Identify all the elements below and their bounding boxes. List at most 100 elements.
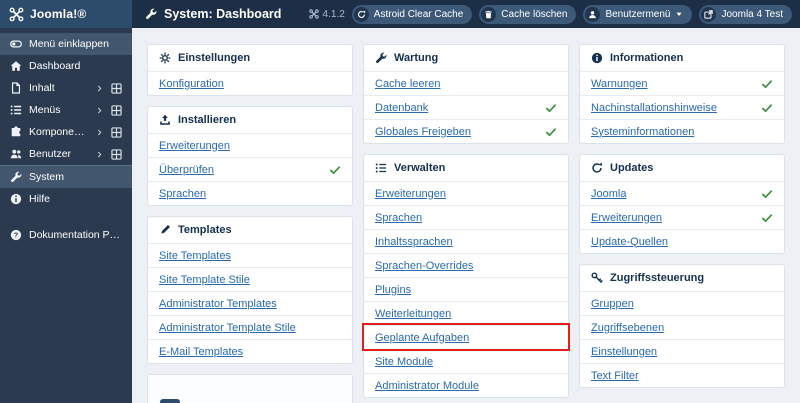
- topbar-buttons: Astroid Clear Cache Cache löschen Benutzer…: [351, 4, 792, 24]
- card-row-site-module: Site Module: [364, 349, 568, 373]
- add-module-button[interactable]: [160, 399, 180, 403]
- topbar-button-astroid-clear-cache[interactable]: Astroid Clear Cache: [351, 4, 473, 24]
- sidebar-item-label: Dashboard: [29, 60, 81, 72]
- grid-icon[interactable]: [111, 104, 122, 116]
- link-erweiterungen[interactable]: Erweiterungen: [375, 188, 446, 200]
- chevron-right-icon[interactable]: [96, 106, 103, 115]
- card-updates: Updates Joomla Erweiterungen Update-Quellen: [579, 154, 785, 254]
- card-title: Einstellungen: [178, 52, 251, 64]
- topbar-button-joomla-4-test[interactable]: Joomla 4 Test: [699, 4, 792, 24]
- link-geplante-aufgaben[interactable]: Geplante Aufgaben: [375, 332, 469, 344]
- card-header: Informationen: [580, 45, 784, 71]
- link-sprachen-overrides[interactable]: Sprachen-Overrides: [375, 260, 473, 272]
- link-administrator-template-stile[interactable]: Administrator Template Stile: [159, 322, 296, 334]
- link-einstellungen[interactable]: Einstellungen: [591, 346, 657, 358]
- sidebar-item-inhalt[interactable]: Inhalt: [0, 77, 132, 99]
- topbar-button-label: Benutzermenü: [605, 8, 671, 20]
- chevron-right-icon[interactable]: [96, 128, 103, 137]
- refresh-icon: [591, 162, 603, 174]
- sidebar-item-dashboard[interactable]: Dashboard: [0, 55, 132, 77]
- link-erweiterungen[interactable]: Erweiterungen: [591, 212, 662, 224]
- link-konfiguration[interactable]: Konfiguration: [159, 78, 224, 90]
- card-row-einstellungen: Einstellungen: [580, 339, 784, 363]
- sidebar-item-hilfe[interactable]: Hilfe: [0, 188, 132, 210]
- card-title: Verwalten: [394, 162, 446, 174]
- wrench-icon: [145, 8, 157, 20]
- link-site-template-stile[interactable]: Site Template Stile: [159, 274, 250, 286]
- dashboard-column-1: Einstellungen Konfiguration Installieren Er…: [147, 44, 353, 403]
- link-site-module[interactable]: Site Module: [375, 356, 433, 368]
- link-zugriffsebenen[interactable]: Zugriffsebenen: [591, 322, 664, 334]
- link-sprachen[interactable]: Sprachen: [159, 188, 206, 200]
- sidebar-item-controls: [96, 148, 122, 160]
- sidebar-item-controls: [96, 126, 122, 138]
- topbar-actions: 4.1.2 Astroid Clear Cache Cache löschen Be…: [308, 0, 800, 28]
- card-informationen: Informationen Warnungen Nachinstallationsh…: [579, 44, 785, 144]
- link-sprachen[interactable]: Sprachen: [375, 212, 422, 224]
- sidebar-item-system[interactable]: System: [0, 165, 132, 188]
- topbar-button-benutzermen[interactable]: Benutzermenü: [583, 4, 693, 24]
- info-circle-icon: [10, 193, 22, 205]
- card-title: Informationen: [610, 52, 684, 64]
- link-cache-leeren[interactable]: Cache leeren: [375, 78, 440, 90]
- sidebar-item-controls: [96, 104, 122, 116]
- sidebar-item-komponenten[interactable]: Komponenten: [0, 121, 132, 143]
- file-icon: [10, 82, 22, 94]
- menu-list-icon: [10, 104, 22, 116]
- card-templates: Templates Site Templates Site Template Sti…: [147, 216, 353, 364]
- grid-icon[interactable]: [111, 148, 122, 160]
- list-ordered-icon: [375, 162, 387, 174]
- link-weiterleitungen[interactable]: Weiterleitungen: [375, 308, 451, 320]
- link-inhaltssprachen[interactable]: Inhaltssprachen: [375, 236, 453, 248]
- link-plugins[interactable]: Plugins: [375, 284, 411, 296]
- link-joomla[interactable]: Joomla: [591, 188, 626, 200]
- link-systeminformationen[interactable]: Systeminformationen: [591, 126, 694, 138]
- sidebar-item-benutzer[interactable]: Benutzer: [0, 143, 132, 165]
- card-header: Updates: [580, 155, 784, 181]
- card-row-geplante-aufgaben: Geplante Aufgaben: [362, 323, 570, 351]
- link-berpr-fen[interactable]: Überprüfen: [159, 164, 214, 176]
- grid-icon[interactable]: [111, 126, 122, 138]
- link-e-mail-templates[interactable]: E-Mail Templates: [159, 346, 243, 358]
- grid-icon[interactable]: [111, 82, 122, 94]
- card-einstellungen: Einstellungen Konfiguration: [147, 44, 353, 96]
- topbar-button-cache-l-schen[interactable]: Cache löschen: [479, 4, 577, 24]
- joomla-brand[interactable]: Joomla!®: [0, 0, 132, 28]
- card-row-sprachen: Sprachen: [364, 205, 568, 229]
- link-text-filter[interactable]: Text Filter: [591, 370, 639, 382]
- topbar-button-label: Joomla 4 Test: [721, 8, 783, 20]
- card-row-cache-leeren: Cache leeren: [364, 71, 568, 95]
- check-icon: [545, 102, 557, 114]
- link-warnungen[interactable]: Warnungen: [591, 78, 647, 90]
- chevron-right-icon[interactable]: [96, 84, 103, 93]
- link-globales-freigeben[interactable]: Globales Freigeben: [375, 126, 471, 138]
- link-site-templates[interactable]: Site Templates: [159, 250, 231, 262]
- card-title: Templates: [178, 224, 232, 236]
- link-datenbank[interactable]: Datenbank: [375, 102, 428, 114]
- sidebar-item-men-einklappen[interactable]: Menü einklappen: [0, 33, 132, 55]
- card-row-site-template-stile: Site Template Stile: [148, 267, 352, 291]
- card-row-datenbank: Datenbank: [364, 95, 568, 119]
- sidebar-item-dokumentation-pdf[interactable]: ? Dokumentation PDF: [0, 224, 132, 246]
- card-row-administrator-module: Administrator Module: [364, 373, 568, 397]
- users-icon: [10, 148, 22, 160]
- version-number: 4.1.2: [322, 8, 345, 20]
- link-administrator-templates[interactable]: Administrator Templates: [159, 298, 277, 310]
- link-administrator-module[interactable]: Administrator Module: [375, 380, 479, 392]
- add-module-card: Modul zum Dashboard hinzufügen: [147, 374, 353, 403]
- sidebar-item-men-s[interactable]: Menüs: [0, 99, 132, 121]
- link-gruppen[interactable]: Gruppen: [591, 298, 634, 310]
- card-row-erweiterungen: Erweiterungen: [364, 181, 568, 205]
- card-row-gruppen: Gruppen: [580, 291, 784, 315]
- check-icon: [761, 78, 773, 90]
- external-link-icon: [701, 6, 717, 22]
- chevron-right-icon[interactable]: [96, 150, 103, 159]
- link-update-quellen[interactable]: Update-Quellen: [591, 236, 668, 248]
- link-erweiterungen[interactable]: Erweiterungen: [159, 140, 230, 152]
- user-icon: [585, 6, 601, 22]
- link-nachinstallationshinweise[interactable]: Nachinstallationshinweise: [591, 102, 717, 114]
- caret-down-icon: [675, 10, 683, 18]
- card-row-sprachen-overrides: Sprachen-Overrides: [364, 253, 568, 277]
- svg-text:?: ?: [14, 231, 19, 240]
- brand-text: Joomla!®: [30, 7, 87, 21]
